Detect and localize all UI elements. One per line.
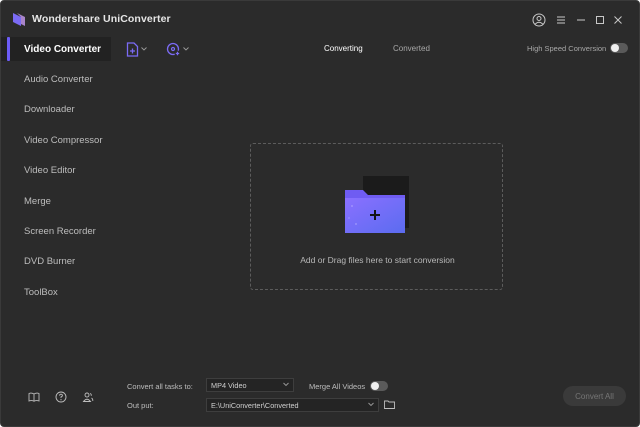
sidebar-item-screen-recorder[interactable]: Screen Recorder — [1, 219, 111, 243]
sidebar-item-video-converter[interactable]: Video Converter — [1, 37, 111, 61]
add-dvd-icon — [166, 42, 181, 56]
sidebar-item-label: Video Editor — [24, 164, 76, 176]
high-speed-conversion-label: High Speed Conversion — [527, 44, 607, 53]
merge-all-videos-label: Merge All Videos — [309, 382, 366, 391]
user-group-icon[interactable] — [81, 390, 95, 404]
app-title: Wondershare UniConverter — [32, 13, 171, 25]
sidebar-item-label: Audio Converter — [24, 73, 93, 85]
output-path-label: Out put: — [127, 401, 154, 410]
sidebar-item-label: Video Converter — [24, 43, 102, 55]
add-dvd-button[interactable] — [166, 41, 189, 57]
minimize-icon[interactable] — [573, 12, 589, 28]
sidebar-item-label: Video Compressor — [24, 134, 103, 146]
title-bar: Wondershare UniConverter — [1, 1, 639, 37]
sidebar-item-video-editor[interactable]: Video Editor — [1, 158, 111, 182]
maximize-icon[interactable] — [592, 12, 608, 28]
add-folder-icon — [345, 176, 409, 233]
help-icon[interactable] — [54, 390, 68, 404]
sidebar-item-toolbox[interactable]: ToolBox — [1, 280, 111, 304]
drop-zone-hint: Add or Drag files here to start conversi… — [300, 255, 455, 265]
high-speed-conversion-toggle[interactable] — [610, 43, 628, 53]
convert-all-tasks-label: Convert all tasks to: — [127, 382, 193, 391]
add-file-icon — [126, 41, 139, 57]
sidebar-item-label: Merge — [24, 195, 51, 207]
tab-converted[interactable]: Converted — [393, 44, 430, 53]
sidebar-item-label: Screen Recorder — [24, 225, 96, 237]
convert-all-button[interactable]: Convert All — [563, 386, 626, 406]
file-drop-zone[interactable]: Add or Drag files here to start conversi… — [250, 143, 503, 290]
sidebar-item-label: DVD Burner — [24, 255, 76, 267]
menu-icon[interactable] — [553, 12, 569, 28]
sidebar-item-audio-converter[interactable]: Audio Converter — [1, 67, 111, 91]
sidebar: Video Converter Audio Converter Download… — [1, 37, 111, 426]
sidebar-item-label: Downloader — [24, 103, 75, 115]
tab-converting[interactable]: Converting — [324, 44, 363, 53]
chevron-down-icon — [283, 382, 289, 387]
chevron-down-icon — [183, 47, 189, 51]
output-path-select[interactable]: E:\UniConverter\Converted — [206, 398, 379, 412]
app-logo-icon — [13, 13, 25, 26]
merge-all-videos-toggle[interactable] — [370, 381, 388, 391]
add-files-button[interactable] — [126, 41, 147, 57]
sidebar-item-video-compressor[interactable]: Video Compressor — [1, 128, 111, 152]
output-format-select[interactable]: MP4 Video — [206, 378, 294, 392]
output-format-value: MP4 Video — [211, 380, 247, 390]
folder-icon[interactable] — [384, 400, 395, 409]
sidebar-item-downloader[interactable]: Downloader — [1, 97, 111, 121]
sidebar-item-dvd-burner[interactable]: DVD Burner — [1, 249, 111, 273]
output-path-value: E:\UniConverter\Converted — [211, 400, 299, 410]
app-window: Wondershare UniConverter Video Converter… — [0, 0, 640, 427]
close-icon[interactable] — [610, 12, 626, 28]
chevron-down-icon — [141, 47, 147, 51]
book-icon[interactable] — [27, 390, 41, 404]
sidebar-item-merge[interactable]: Merge — [1, 189, 111, 213]
chevron-down-icon — [368, 402, 374, 407]
account-icon[interactable] — [531, 12, 547, 28]
sidebar-item-label: ToolBox — [24, 286, 58, 298]
